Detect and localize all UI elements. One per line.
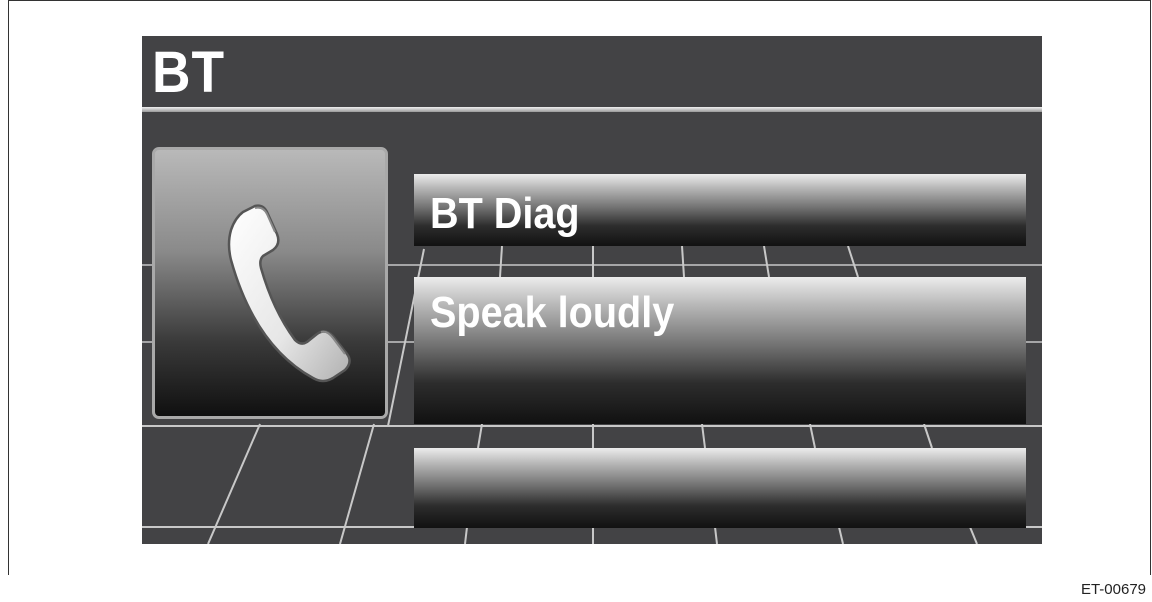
menu-item-label: Speak loudly [430, 288, 675, 337]
bt-screen: BT BT Diag Speak loudly [142, 36, 1042, 544]
menu-item-label: BT Diag [430, 189, 580, 238]
menu-item-empty[interactable] [414, 448, 1026, 528]
screen-title: BT [152, 40, 225, 105]
phone-tile-button[interactable] [152, 147, 388, 419]
figure-code-label: ET-00679 [1080, 581, 1146, 598]
phone-handset-icon [227, 204, 351, 383]
menu-item-bt-diag[interactable]: BT Diag [414, 174, 1026, 246]
menu-item-speak-loudly[interactable]: Speak loudly [414, 277, 1026, 424]
title-divider [142, 107, 1042, 112]
